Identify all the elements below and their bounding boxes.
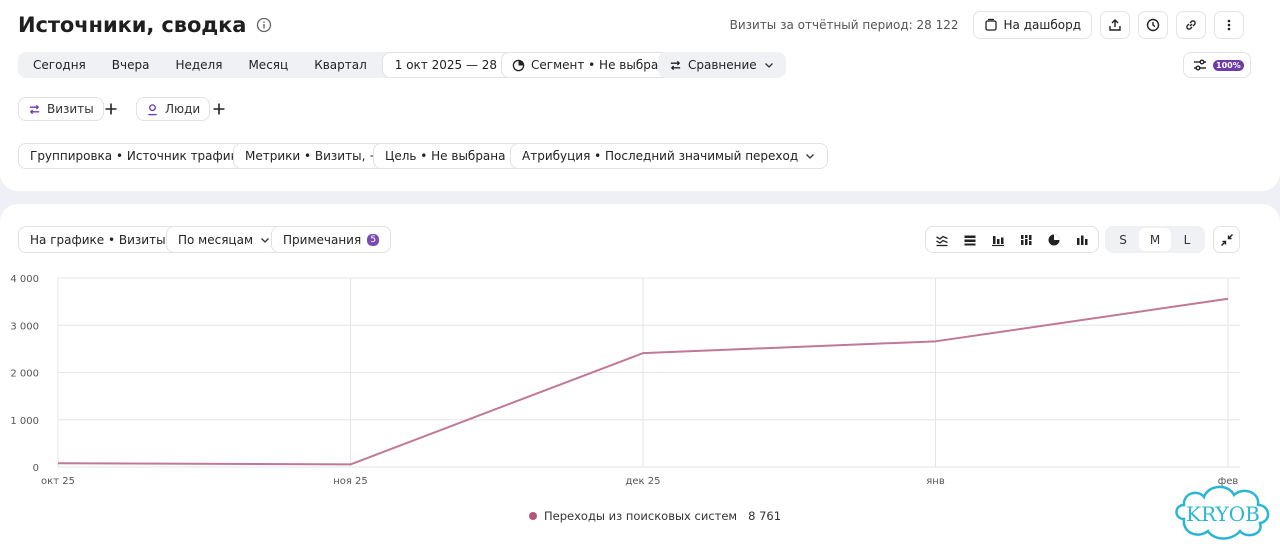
chevron-down-icon xyxy=(764,63,773,68)
chevron-down-icon xyxy=(806,154,815,159)
clock-icon xyxy=(1146,18,1160,32)
goal-label: Цель • Не выбрана xyxy=(385,149,506,163)
x-tick-label: ноя 25 xyxy=(333,476,368,487)
chart-size-l[interactable]: L xyxy=(1171,228,1203,251)
y-tick-label: 0 xyxy=(33,463,39,474)
chart-type-stacked-area[interactable] xyxy=(956,228,984,251)
x-tick-label: окт 25 xyxy=(41,476,75,487)
kryob-watermark-logo: KRYOB xyxy=(1175,485,1270,540)
chart-metric-label: На графике • Визиты xyxy=(30,232,166,247)
more-vertical-icon xyxy=(1227,19,1231,31)
add-people-metric-button[interactable] xyxy=(207,97,231,121)
chart-toolbar: S M L xyxy=(925,226,1240,253)
people-mode-chip[interactable]: Люди xyxy=(136,97,211,121)
chart-type-line[interactable] xyxy=(928,228,956,251)
chart-size-s[interactable]: S xyxy=(1107,228,1139,251)
column-chart-icon xyxy=(1077,235,1088,245)
chart-size-group: S M L xyxy=(1105,226,1205,253)
chart-interval-selector[interactable]: По месяцам xyxy=(166,226,284,253)
line-chart-icon xyxy=(936,235,948,246)
chart-size-m[interactable]: M xyxy=(1139,228,1171,251)
sliders-icon xyxy=(1194,59,1206,71)
sampling-settings-button[interactable]: 100% xyxy=(1183,52,1251,78)
metrics-label: Метрики • Визиты, +7 xyxy=(245,149,387,163)
dashboard-button-label: На дашборд xyxy=(1003,18,1081,32)
person-icon xyxy=(148,103,157,115)
segment-label: Сегмент • Не выбран xyxy=(531,58,667,72)
chevron-down-icon xyxy=(261,237,269,243)
chart-type-stacked-bars[interactable] xyxy=(1012,228,1040,251)
collapse-icon xyxy=(1220,233,1233,246)
info-icon[interactable] xyxy=(256,17,272,33)
x-tick-label: дек 25 xyxy=(625,476,660,487)
visits-icon xyxy=(29,104,40,114)
comparison-selector[interactable]: Сравнение xyxy=(658,52,786,78)
notes-label: Примечания xyxy=(283,232,362,247)
people-mode-label: Люди xyxy=(165,102,201,116)
dashboard-icon xyxy=(984,18,997,31)
history-button[interactable] xyxy=(1138,11,1168,39)
period-today[interactable]: Сегодня xyxy=(20,54,99,76)
compare-arrows-icon xyxy=(670,60,681,70)
bar-chart-icon xyxy=(992,235,1004,246)
legend-series-dot xyxy=(529,512,537,520)
chart-type-bars[interactable] xyxy=(984,228,1012,251)
upload-icon xyxy=(1109,19,1121,31)
period-week[interactable]: Неделя xyxy=(162,54,235,76)
period-month[interactable]: Месяц xyxy=(235,54,301,76)
stacked-area-icon xyxy=(964,235,976,245)
y-tick-label: 1 000 xyxy=(10,416,39,427)
more-options-button[interactable] xyxy=(1214,11,1244,39)
legend-series-name[interactable]: Переходы из поисковых систем xyxy=(544,509,737,523)
attribution-selector[interactable]: Атрибуция • Последний значимый переход xyxy=(510,143,829,169)
y-tick-label: 3 000 xyxy=(10,321,39,332)
notes-count-badge: 5 xyxy=(367,233,380,246)
plus-icon xyxy=(213,103,225,115)
visits-line-chart: 0 1 000 2 000 3 000 4 000 окт 25 ноя 25 дек 25 я… xyxy=(10,274,1240,487)
plus-icon xyxy=(105,103,117,115)
add-to-dashboard-button[interactable]: На дашборд xyxy=(972,11,1092,39)
chart-interval-label: По месяцам xyxy=(178,232,254,247)
x-tick-label: янв xyxy=(926,476,945,487)
collapse-chart-button[interactable] xyxy=(1213,226,1240,253)
sampling-badge: 100% xyxy=(1213,59,1244,71)
header-actions: Визиты за отчётный период: 28 122 На даш… xyxy=(730,11,1244,39)
chart-type-columns[interactable] xyxy=(1068,228,1096,251)
stacked-bar-icon xyxy=(1021,234,1032,245)
pie-segment-icon xyxy=(512,59,525,71)
page-title: Источники, сводка xyxy=(18,13,247,37)
y-tick-label: 2 000 xyxy=(10,369,39,380)
watermark-text: KRYOB xyxy=(1186,502,1260,526)
chart-legend: Переходы из поисковых систем 8 761 xyxy=(529,509,781,523)
copy-link-button[interactable] xyxy=(1176,11,1206,39)
legend-series-total: 8 761 xyxy=(748,509,782,523)
period-quarter[interactable]: Квартал xyxy=(301,54,380,76)
export-button[interactable] xyxy=(1100,11,1130,39)
y-tick-label: 4 000 xyxy=(10,274,39,285)
chart-type-group xyxy=(925,226,1099,253)
pie-chart-icon xyxy=(1048,234,1060,245)
notes-button[interactable]: Примечания 5 xyxy=(271,226,392,253)
visits-mode-label: Визиты xyxy=(47,102,94,116)
visits-summary: Визиты за отчётный период: 28 122 xyxy=(729,18,959,32)
period-yesterday[interactable]: Вчера xyxy=(99,54,163,76)
link-icon xyxy=(1186,20,1196,30)
visits-mode-chip[interactable]: Визиты xyxy=(18,97,104,121)
comparison-label: Сравнение xyxy=(688,58,757,72)
add-visits-metric-button[interactable] xyxy=(99,97,123,121)
attribution-label: Атрибуция • Последний значимый переход xyxy=(522,149,799,163)
chart-type-pie[interactable] xyxy=(1040,228,1068,251)
title-row: Источники, сводка xyxy=(18,10,272,40)
